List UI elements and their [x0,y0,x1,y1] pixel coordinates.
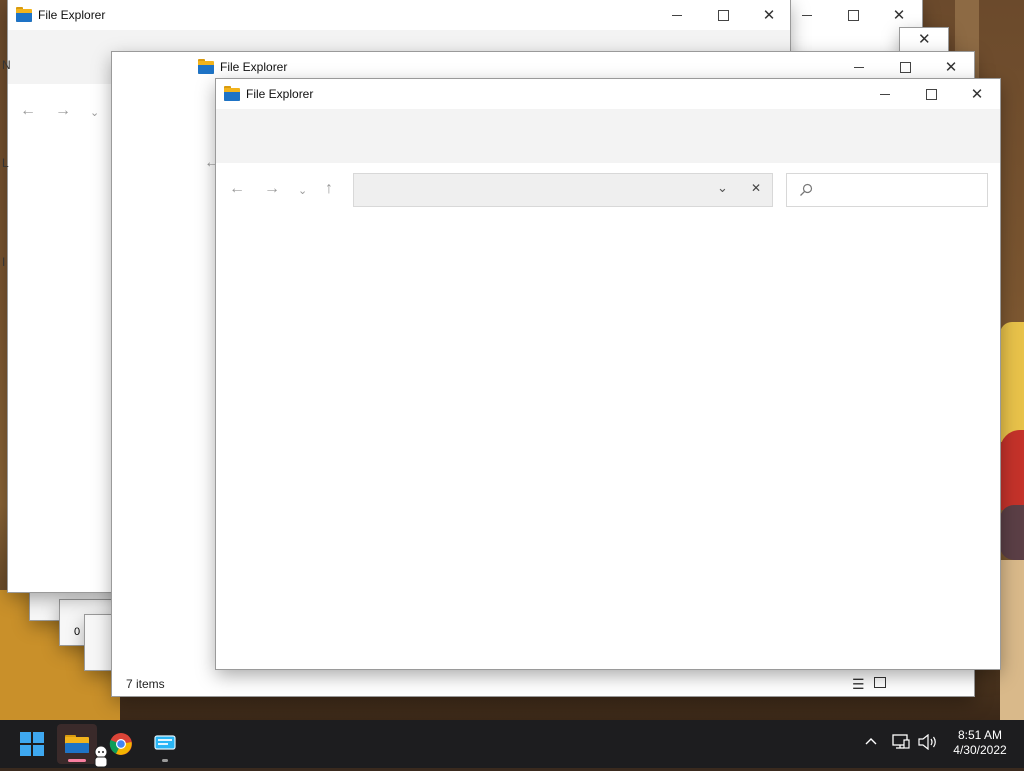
window-title: File Explorer [246,87,314,101]
maximize-icon [847,9,859,21]
recent-dropdown-icon[interactable]: ⌄ [298,184,307,197]
minimize-button[interactable] [836,52,882,82]
address-bar[interactable]: ⌄ ✕ [353,173,773,207]
folder-icon [16,6,32,22]
taskbar-chrome[interactable] [101,724,141,764]
minimize-icon [802,14,812,16]
volume-icon [918,733,936,751]
taskbar-app[interactable] [145,724,185,764]
wallpaper-shape [1000,322,1024,442]
background-window[interactable]: ✕ [900,28,948,54]
minimize-icon [880,93,890,95]
running-indicator [162,759,168,762]
minimize-button[interactable] [654,0,700,30]
active-indicator [68,759,86,762]
maximize-button[interactable] [830,0,876,30]
close-icon: ✕ [944,58,958,76]
close-icon: ✕ [970,85,984,103]
close-button[interactable]: ✕ [876,0,922,30]
close-button[interactable]: ✕ [746,0,792,30]
file-explorer-window-front[interactable]: File Explorer ✕ ← → ⌄ ↑ ⌄ ✕ [216,79,1000,669]
up-arrow-icon[interactable]: ↑ [325,180,333,198]
close-button[interactable]: ✕ [954,79,1000,109]
start-button[interactable] [12,724,52,764]
window-title: File Explorer [38,8,106,22]
column-fragment: 0 [74,626,81,638]
status-bar: 7 items ☰ [112,672,974,696]
forward-arrow-icon[interactable]: → [55,102,71,120]
chrome-icon [109,733,132,755]
search-input[interactable] [819,178,983,202]
search-icon [800,183,813,196]
folder-icon [224,85,240,101]
cut-text-fragment: L [2,156,9,170]
wallpaper-shape [1000,560,1024,720]
address-input[interactable] [358,178,702,202]
details-view-icon[interactable]: ☰ [852,676,865,693]
show-hidden-icons-button[interactable] [864,734,878,751]
item-count: 7 items [126,677,165,691]
wallpaper-shape [1000,430,1024,510]
maximize-icon [717,9,729,21]
clock-date: 4/30/2022 [953,743,1007,757]
ribbon [216,109,1000,163]
window-title: File Explorer [220,60,288,74]
cut-text-fragment: N [2,58,11,72]
folder-icon [65,735,89,753]
folder-icon [198,58,214,74]
cut-text-fragment: I [2,255,6,269]
address-dropdown-icon[interactable]: ⌄ [717,180,728,196]
network-icon [892,734,910,749]
forward-arrow-icon[interactable]: → [264,180,280,198]
network-button[interactable] [892,734,910,753]
back-arrow-icon[interactable]: ← [229,180,245,198]
minimize-icon [854,66,864,68]
close-icon: ✕ [918,31,931,48]
tiles-view-icon[interactable] [874,677,886,688]
maximize-icon [899,61,911,73]
taskbar: 8:51 AM 4/30/2022 [0,720,1024,768]
back-arrow-icon[interactable]: ← [20,102,36,120]
clock-time: 8:51 AM [957,728,1003,742]
content-area[interactable] [216,215,1000,669]
close-icon: ✕ [892,6,906,24]
monitor-app-icon [154,735,176,750]
minimize-button[interactable] [862,79,908,109]
search-box[interactable] [786,173,988,207]
maximize-button[interactable] [908,79,954,109]
volume-button[interactable] [918,733,938,753]
close-icon: ✕ [762,6,776,24]
close-button[interactable]: ✕ [928,52,974,82]
clear-address-icon[interactable]: ✕ [751,181,761,195]
clock[interactable]: 8:51 AM 4/30/2022 [946,728,1014,758]
maximize-button[interactable] [700,0,746,30]
wallpaper-shape [1000,505,1024,560]
recent-dropdown-icon[interactable]: ⌄ [90,106,99,119]
maximize-icon [925,88,937,100]
chevron-up-icon [865,738,877,745]
maximize-button[interactable] [882,52,928,82]
minimize-icon [672,14,682,16]
windows-logo-icon [20,732,44,756]
